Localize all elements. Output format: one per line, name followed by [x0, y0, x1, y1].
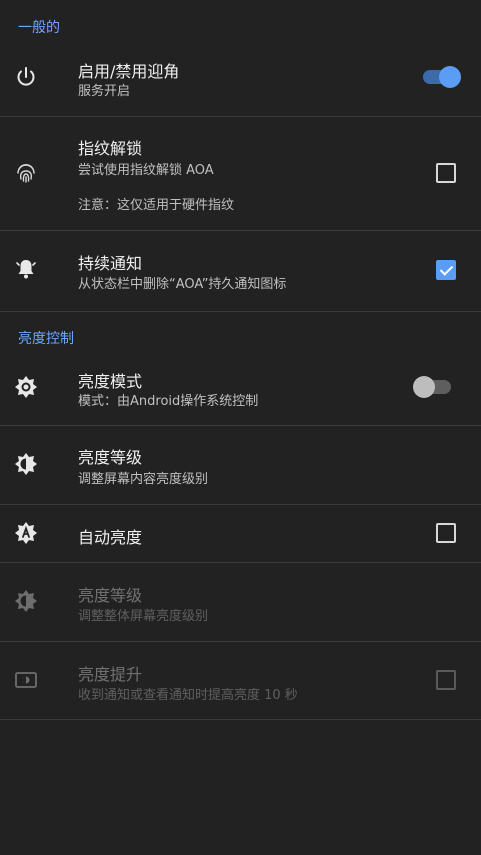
row-title: 亮度模式 [78, 372, 143, 391]
brightness-half-icon [13, 588, 39, 614]
row-subtitle: 尝试使用指纹解锁 AOA [78, 163, 214, 178]
row-note: 注意：这仅适用于硬件指纹 [78, 198, 235, 213]
switch-thumb [413, 376, 435, 398]
section-header-brightness: 亮度控制 [18, 331, 74, 347]
row-brightness-level[interactable]: 亮度等级 调整屏幕内容亮度级别 [0, 426, 481, 505]
row-toggle-aoa[interactable]: 启用/禁用迎角 服务开启 [0, 42, 481, 117]
persistent-notification-checkbox[interactable] [436, 260, 456, 280]
row-subtitle: 服务开启 [78, 84, 131, 99]
row-subtitle: 调整整体屏幕亮度级别 [78, 609, 209, 624]
row-title: 启用/禁用迎角 [78, 62, 180, 81]
brightness-auto-icon [13, 520, 39, 546]
screen-brightness-icon [13, 667, 39, 693]
row-auto-brightness[interactable]: 自动亮度 [0, 505, 481, 563]
brightness-boost-checkbox[interactable] [436, 670, 456, 690]
fingerprint-checkbox[interactable] [436, 163, 456, 183]
section-header-general: 一般的 [18, 20, 60, 36]
row-title: 亮度等级 [78, 586, 143, 605]
brightness-half-icon [13, 451, 39, 477]
bell-icon [13, 256, 39, 282]
brightness-mode-switch[interactable] [413, 376, 451, 398]
row-brightness-boost[interactable]: 亮度提升 收到通知或查看通知时提高亮度 10 秒 [0, 642, 481, 720]
row-fingerprint-unlock[interactable]: 指纹解锁 尝试使用指纹解锁 AOA 注意：这仅适用于硬件指纹 [0, 117, 481, 231]
power-icon [13, 64, 39, 90]
fingerprint-icon [13, 160, 39, 186]
row-subtitle: 调整屏幕内容亮度级别 [78, 472, 209, 487]
row-subtitle: 从状态栏中删除“AOA”持久通知图标 [78, 277, 287, 292]
row-title: 指纹解锁 [78, 139, 143, 158]
auto-brightness-checkbox[interactable] [436, 523, 456, 543]
row-brightness-level-overall[interactable]: 亮度等级 调整整体屏幕亮度级别 [0, 563, 481, 642]
brightness-gear-icon [13, 374, 39, 400]
row-subtitle: 模式：由Android操作系统控制 [78, 394, 259, 409]
switch-thumb [439, 66, 461, 88]
aoa-switch[interactable] [423, 66, 461, 88]
row-brightness-mode[interactable]: 亮度模式 模式：由Android操作系统控制 [0, 352, 481, 426]
settings-screen: 一般的 启用/禁用迎角 服务开启 指纹解锁 尝试使用指纹解锁 AOA 注意：这仅… [0, 0, 481, 855]
row-subtitle: 收到通知或查看通知时提高亮度 10 秒 [78, 688, 298, 703]
row-persistent-notification[interactable]: 持续通知 从状态栏中删除“AOA”持久通知图标 [0, 231, 481, 312]
row-title: 持续通知 [78, 254, 143, 273]
row-title: 亮度提升 [78, 665, 143, 684]
row-title: 亮度等级 [78, 448, 143, 467]
row-title: 自动亮度 [78, 528, 143, 547]
